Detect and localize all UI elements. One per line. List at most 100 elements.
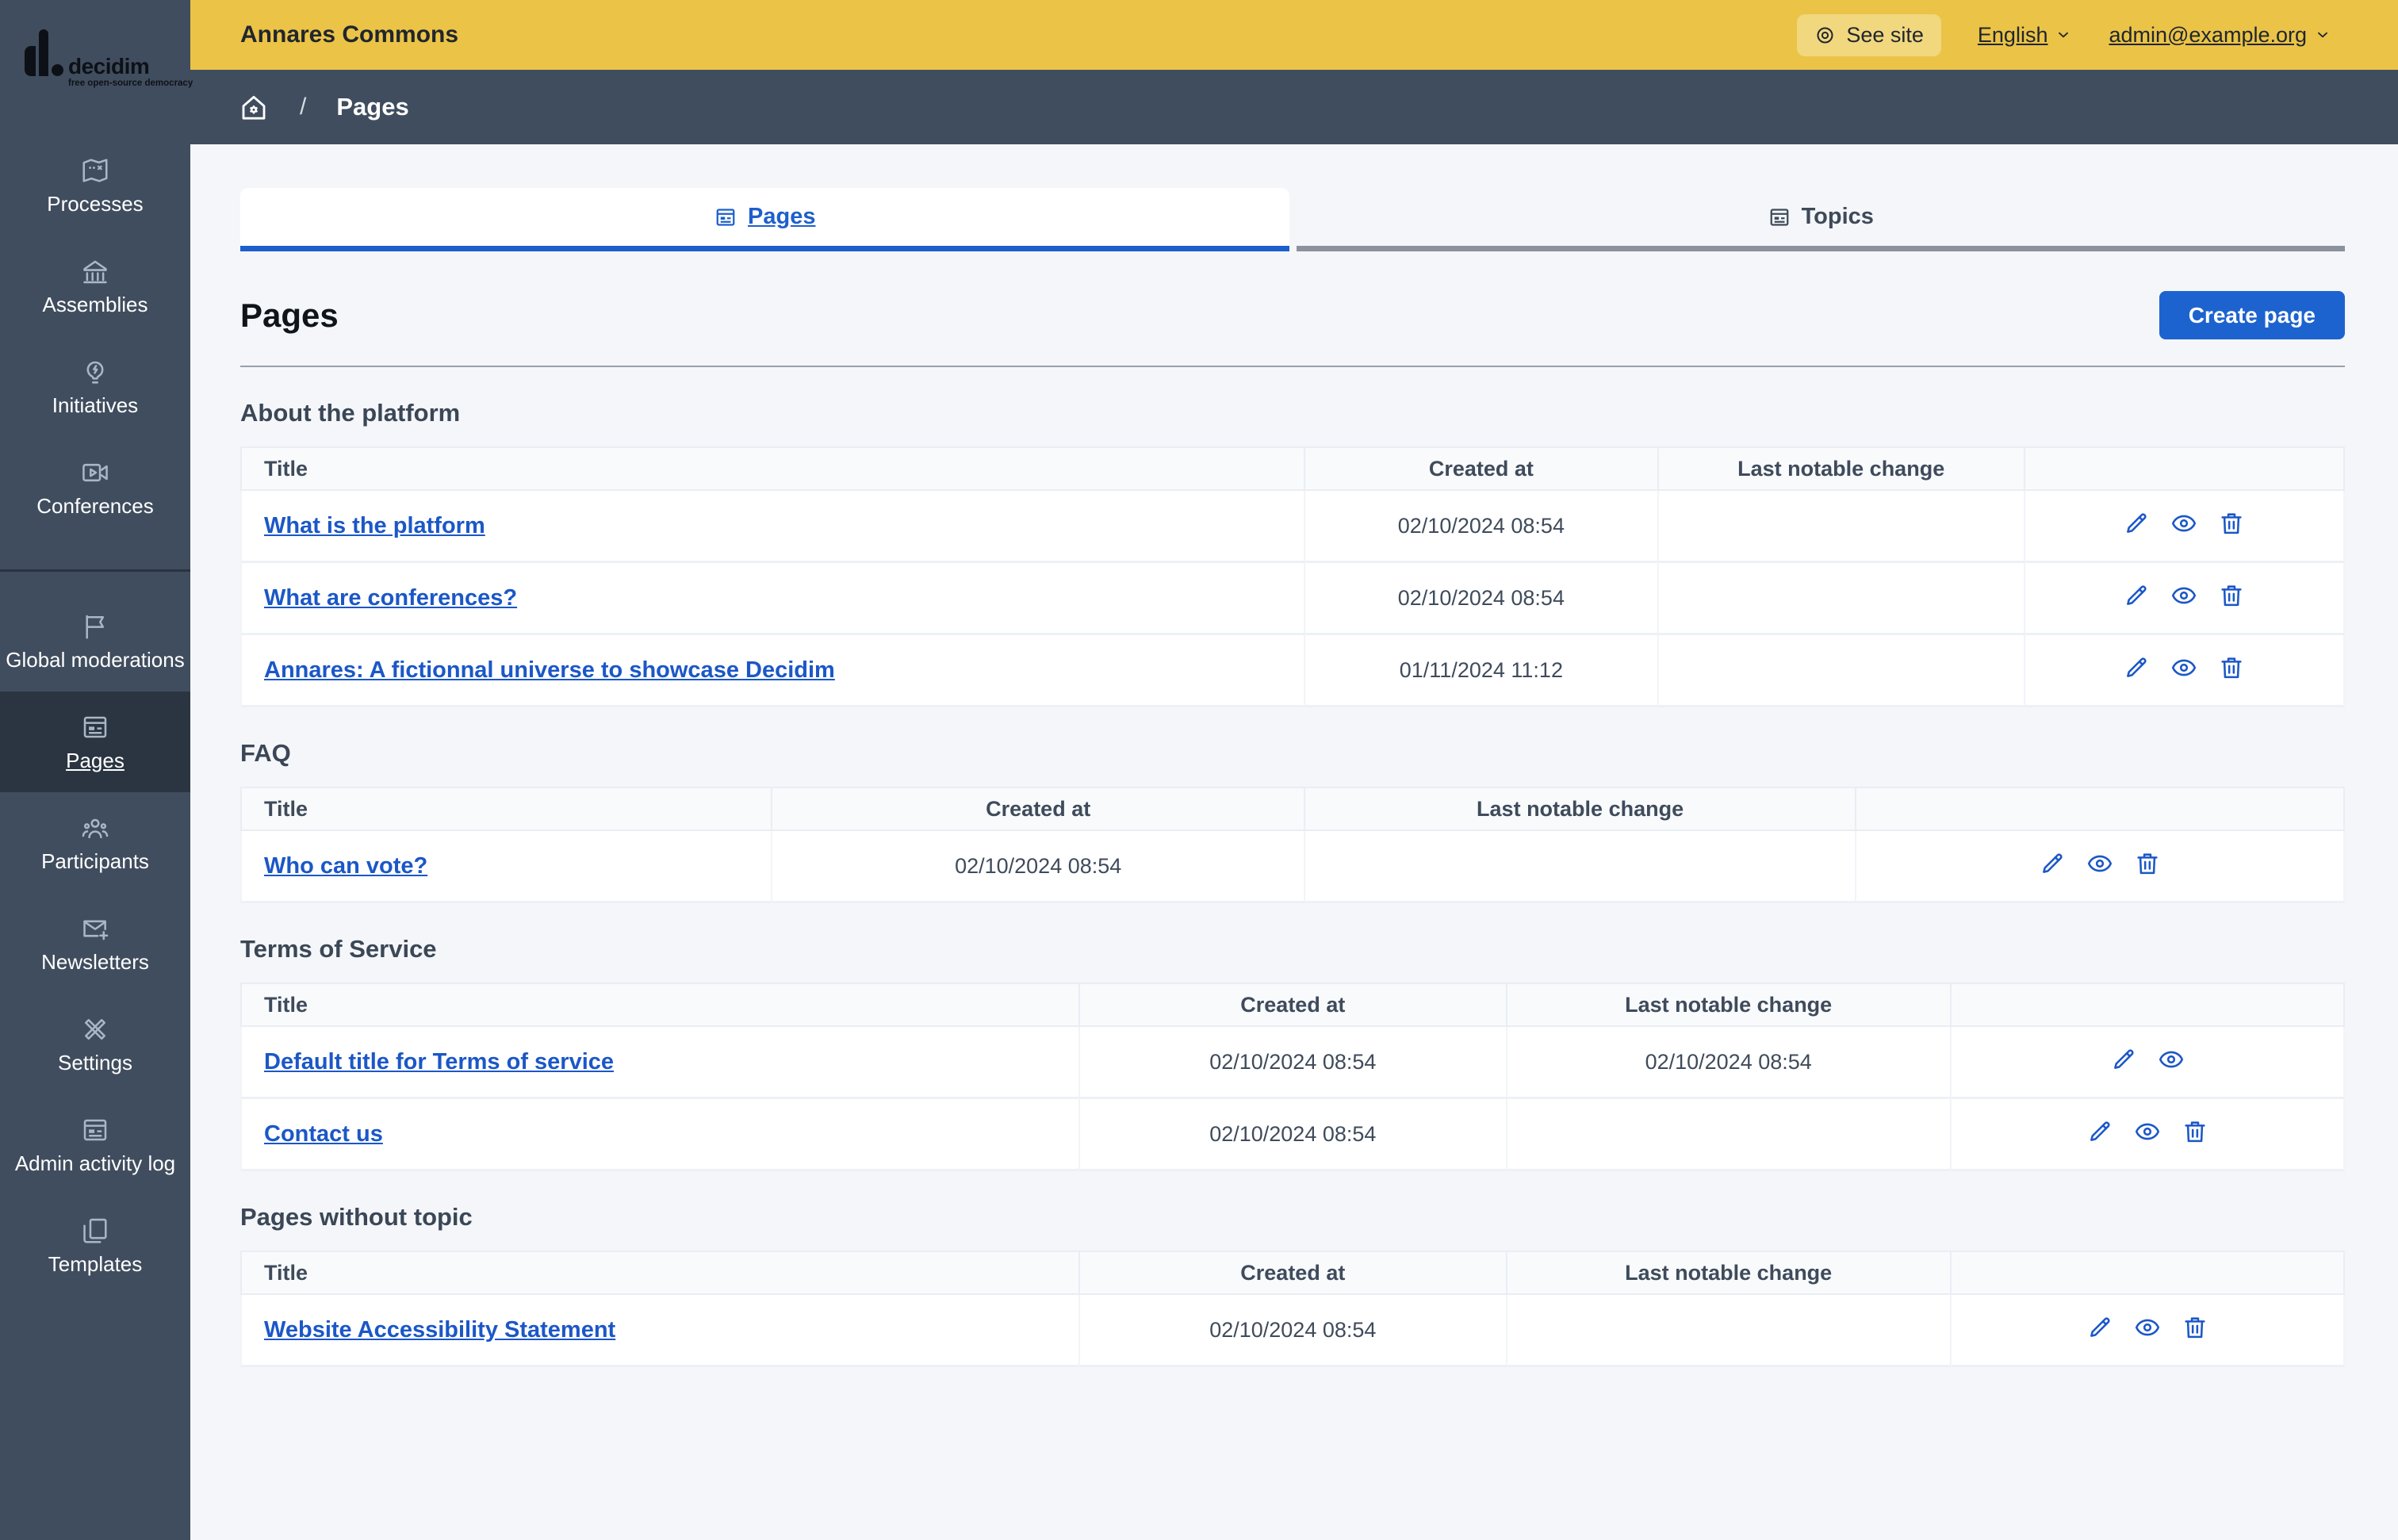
mail-add-icon [80,914,110,944]
pencil-icon [2039,850,2066,877]
column-header-actions [1951,983,2345,1027]
edit-button[interactable] [2123,582,2150,609]
actions-cell [2025,635,2345,707]
flag-icon [80,611,110,642]
header-divider [240,366,2345,367]
preview-button[interactable] [2086,850,2113,877]
trash-icon [2218,654,2245,681]
column-header: Created at [772,787,1305,831]
trash-icon [2182,1314,2208,1341]
page-title: Pages [240,296,339,334]
last-change-cell [1658,635,2025,707]
sidebar-item-global-moderations[interactable]: Global moderations [0,591,190,691]
see-site-button[interactable]: See site [1797,13,1941,56]
sidebar-item-conferences[interactable]: Conferences [0,437,190,538]
preview-button[interactable] [2134,1314,2161,1341]
sidebar-item-admin-activity-log[interactable]: Admin activity log [0,1094,190,1195]
sidebar-item-assemblies[interactable]: Assemblies [0,236,190,336]
tab-pages[interactable]: Pages [240,188,1289,251]
page-title-link[interactable]: Who can vote? [264,853,427,879]
sidebar-item-newsletters[interactable]: Newsletters [0,893,190,994]
trash-icon [2182,1118,2208,1145]
delete-button[interactable] [2182,1314,2208,1341]
pencil-icon [2086,1314,2113,1341]
last-change-cell: 02/10/2024 08:54 [1507,1027,1952,1099]
eye-icon [2170,654,2197,681]
chevron-down-icon [2318,32,2327,38]
page-title-link[interactable]: Website Accessibility Statement [264,1317,615,1343]
pages-section: Terms of Service Title Created at Last not… [240,935,2345,1171]
map-icon [80,155,110,186]
pages-section: FAQ Title Created at Last notable change W… [240,739,2345,903]
last-change-cell [1507,1099,1952,1171]
pencil-icon [2086,1118,2113,1145]
breadcrumb-current: Pages [336,93,409,121]
table-header-row: Title Created at Last notable change [240,446,2345,491]
sidebar-item-templates[interactable]: Templates [0,1195,190,1296]
delete-button[interactable] [2218,510,2245,537]
delete-button[interactable] [2134,850,2161,877]
table-row: What are conferences? 02/10/2024 08:54 [240,563,2345,635]
sidebar-item-participants[interactable]: Participants [0,792,190,893]
tab-bar: Pages Topics [240,188,2345,251]
table-row: Contact us 02/10/2024 08:54 [240,1099,2345,1171]
preview-button[interactable] [2134,1118,2161,1145]
sidebar-item-initiatives[interactable]: Initiatives [0,336,190,437]
pages-section: About the platform Title Created at Last n… [240,399,2345,707]
language-menu[interactable]: English [1978,23,2073,48]
last-change-cell [1507,1295,1952,1367]
page-title-link[interactable]: Contact us [264,1121,383,1147]
preview-button[interactable] [2158,1046,2185,1073]
edit-button[interactable] [2123,654,2150,681]
page-title-link[interactable]: What is the platform [264,513,485,538]
eye-icon [2170,582,2197,609]
last-change-cell [1658,491,2025,563]
page-title-link[interactable]: Default title for Terms of service [264,1049,614,1075]
column-header: Last notable change [1304,787,1857,831]
table-row: Default title for Terms of service 02/10/… [240,1027,2345,1099]
trash-icon [2218,582,2245,609]
preview-button[interactable] [2170,582,2197,609]
lightbulb-icon [80,357,110,387]
user-menu[interactable]: admin@example.org [2109,23,2331,48]
edit-button[interactable] [2123,510,2150,537]
article-icon [1770,208,1788,226]
created-at-cell: 02/10/2024 08:54 [1304,491,1659,563]
edit-button[interactable] [2086,1314,2113,1341]
sidebar-item-pages[interactable]: Pages [0,691,190,792]
created-at-cell: 02/10/2024 08:54 [772,831,1305,903]
table-row: Annares: A fictionnal universe to showca… [240,635,2345,707]
preview-button[interactable] [2170,510,2197,537]
page-title-link[interactable]: Annares: A fictionnal universe to showca… [264,657,835,683]
column-header: Last notable change [1658,446,2025,491]
pages-table: Title Created at Last notable change What … [240,446,2345,707]
create-page-button[interactable]: Create page [2159,291,2345,339]
article-icon [80,712,110,742]
sidebar-item-settings[interactable]: Settings [0,994,190,1094]
edit-button[interactable] [2086,1118,2113,1145]
page-title-link[interactable]: What are conferences? [264,585,517,611]
pages-section: Pages without topic Title Created at Last … [240,1203,2345,1367]
eye-icon [2134,1118,2161,1145]
trash-icon [2218,510,2245,537]
sidebar-item-processes[interactable]: Processes [0,135,190,236]
home-icon[interactable] [238,91,270,123]
tab-topics[interactable]: Topics [1296,188,2345,251]
chevron-down-icon [2059,32,2069,38]
preview-button[interactable] [2170,654,2197,681]
created-at-cell: 02/10/2024 08:54 [1079,1027,1507,1099]
table-row: Who can vote? 02/10/2024 08:54 [240,831,2345,903]
actions-cell [1951,1099,2345,1171]
column-header: Title [240,983,1080,1027]
delete-button[interactable] [2218,654,2245,681]
section-heading: About the platform [240,399,461,427]
table-header-row: Title Created at Last notable change [240,787,2345,831]
logo-tagline: free open-source democracy [68,79,193,88]
column-header: Title [240,446,1305,491]
decidim-logo[interactable]: decidim free open-source democracy [0,0,193,133]
people-icon [80,813,110,843]
edit-button[interactable] [2039,850,2066,877]
delete-button[interactable] [2218,582,2245,609]
delete-button[interactable] [2182,1118,2208,1145]
edit-button[interactable] [2110,1046,2137,1073]
